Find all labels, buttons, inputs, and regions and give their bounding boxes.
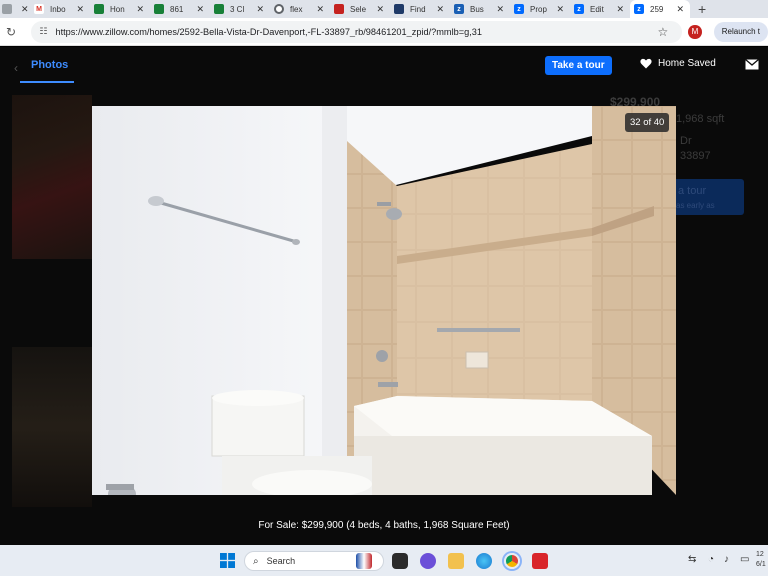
browser-tab[interactable]: z Bus ✕ [450, 0, 510, 18]
tab-favicon-icon: z [454, 4, 464, 14]
tab-close-icon[interactable]: ✕ [676, 4, 684, 15]
tab-favicon-icon [394, 4, 404, 14]
tab-title: Sele [350, 4, 367, 14]
tab-close-icon[interactable]: ✕ [556, 4, 564, 15]
file-explorer-icon[interactable] [448, 553, 464, 569]
tab-close-icon[interactable]: ✕ [196, 4, 204, 15]
home-saved-label: Home Saved [658, 58, 716, 69]
browser-tab[interactable]: z Prop ✕ [510, 0, 570, 18]
bookmark-star-icon[interactable]: ☆ [658, 25, 669, 39]
browser-tab-strip: ✕ M Inbo ✕ Hon ✕ 861 ✕ 3 Cl ✕ flex ✕ Sele ✕ Find ✕ z Bus ✕… [0, 0, 768, 18]
wifi-icon[interactable]: ◔ [708, 554, 714, 565]
browser-tab[interactable]: flex ✕ [270, 0, 330, 18]
chrome-browser-icon[interactable] [504, 553, 520, 569]
profile-avatar[interactable]: M [688, 24, 702, 39]
tab-photos[interactable]: Photos [31, 59, 68, 71]
tab-close-icon[interactable]: ✕ [256, 4, 264, 15]
zillow-photo-viewer: $299,900 1,968 sqft Dr 33897 a tour as e… [0, 47, 768, 545]
browser-tab[interactable]: Find ✕ [390, 0, 450, 18]
site-info-icon[interactable]: ☷ [39, 26, 47, 37]
listing-photo-bathroom[interactable] [92, 106, 676, 495]
take-a-tour-button[interactable]: Take a tour [545, 56, 612, 75]
tab-close-icon[interactable]: ✕ [21, 4, 29, 15]
tab-title: Inbo [50, 4, 66, 14]
tab-close-icon[interactable]: ✕ [316, 4, 324, 15]
background-street: Dr [680, 135, 692, 147]
url-text[interactable]: https://www.zillow.com/homes/2592-Bella-… [55, 27, 657, 37]
background-zip: 33897 [680, 150, 711, 162]
task-view-icon[interactable] [392, 553, 408, 569]
reload-icon[interactable]: ↻ [6, 25, 21, 39]
background-tour-button: a tour as early as [666, 179, 744, 215]
windows-start-icon[interactable] [220, 553, 235, 568]
tab-title: flex [290, 4, 303, 14]
volume-icon[interactable]: ♪ [724, 554, 729, 565]
battery-icon[interactable]: ▭ [740, 554, 749, 565]
tab-close-icon[interactable]: ✕ [76, 4, 84, 15]
background-tour-label: a tour [678, 185, 707, 197]
tab-favicon-icon [214, 4, 224, 14]
back-chevron-icon[interactable]: ‹ [14, 61, 18, 75]
browser-tab[interactable]: ✕ [0, 0, 30, 18]
background-sqft: 1,968 sqft [676, 113, 725, 125]
tab-favicon-icon: z [634, 4, 644, 14]
tab-favicon-icon [94, 4, 104, 14]
tab-close-icon[interactable]: ✕ [436, 4, 444, 15]
tab-title: Edit [590, 4, 604, 14]
tab-favicon-icon [334, 4, 344, 14]
tab-close-icon[interactable]: ✕ [376, 4, 384, 15]
tab-title: Bus [470, 4, 484, 14]
browser-tab[interactable]: 861 ✕ [150, 0, 210, 18]
tab-title: Hon [110, 4, 125, 14]
tab-favicon-icon [2, 4, 12, 14]
acrobat-icon[interactable] [532, 553, 548, 569]
tab-favicon-icon: z [514, 4, 524, 14]
teams-chat-icon[interactable] [420, 553, 436, 569]
tab-title: Prop [530, 4, 547, 14]
tab-photos-underline [20, 81, 74, 83]
browser-tab[interactable]: z 259 ✕ [630, 0, 690, 18]
widget-flag-icon[interactable] [356, 553, 372, 569]
browser-tab[interactable]: M Inbo ✕ [30, 0, 90, 18]
background-listing-photo [12, 347, 92, 507]
windows-taskbar: ⌕ Search ⇆ ◔ ♪ ▭ 12 6/1 [0, 545, 768, 576]
tab-title: Find [410, 4, 426, 14]
clock-time: 12 [756, 551, 764, 558]
heart-icon [640, 58, 652, 69]
tab-close-icon[interactable]: ✕ [136, 4, 144, 15]
edge-browser-icon[interactable] [476, 553, 492, 569]
relaunch-button[interactable]: Relaunch t [713, 21, 768, 42]
taskbar-clock[interactable]: 12 6/1 [756, 550, 766, 570]
tab-close-icon[interactable]: ✕ [496, 4, 504, 15]
tab-title: 861 [170, 4, 184, 14]
background-listing-photo [12, 95, 92, 259]
tab-favicon-icon: M [34, 4, 44, 14]
browser-tab[interactable]: z Edit ✕ [570, 0, 630, 18]
photo-caption: For Sale: $299,900 (4 beds, 4 baths, 1,9… [258, 520, 510, 531]
address-bar: ↻ ☷ https://www.zillow.com/homes/2592-Be… [0, 18, 768, 46]
photo-counter: 32 of 40 [625, 113, 670, 132]
browser-tab[interactable]: 3 Cl ✕ [210, 0, 270, 18]
taskbar-search-label: Search [266, 556, 296, 566]
share-mail-icon[interactable] [745, 59, 759, 70]
tab-favicon-icon [154, 4, 164, 14]
tab-favicon-icon [274, 4, 284, 14]
search-icon: ⌕ [253, 555, 259, 567]
omnibox[interactable]: ☷ https://www.zillow.com/homes/2592-Bell… [31, 20, 683, 43]
tab-close-icon[interactable]: ✕ [616, 4, 624, 15]
network-icon[interactable]: ⇆ [688, 554, 696, 565]
tab-title: 259 [650, 4, 664, 14]
background-tour-sub: as early as [676, 201, 715, 210]
tab-favicon-icon: z [574, 4, 584, 14]
clock-date: 6/1 [756, 561, 766, 568]
browser-tab[interactable]: Hon ✕ [90, 0, 150, 18]
new-tab-button[interactable]: + [698, 1, 706, 17]
home-saved-button[interactable]: Home Saved [640, 58, 716, 69]
tab-title: 3 Cl [230, 4, 245, 14]
browser-tab[interactable]: Sele ✕ [330, 0, 390, 18]
